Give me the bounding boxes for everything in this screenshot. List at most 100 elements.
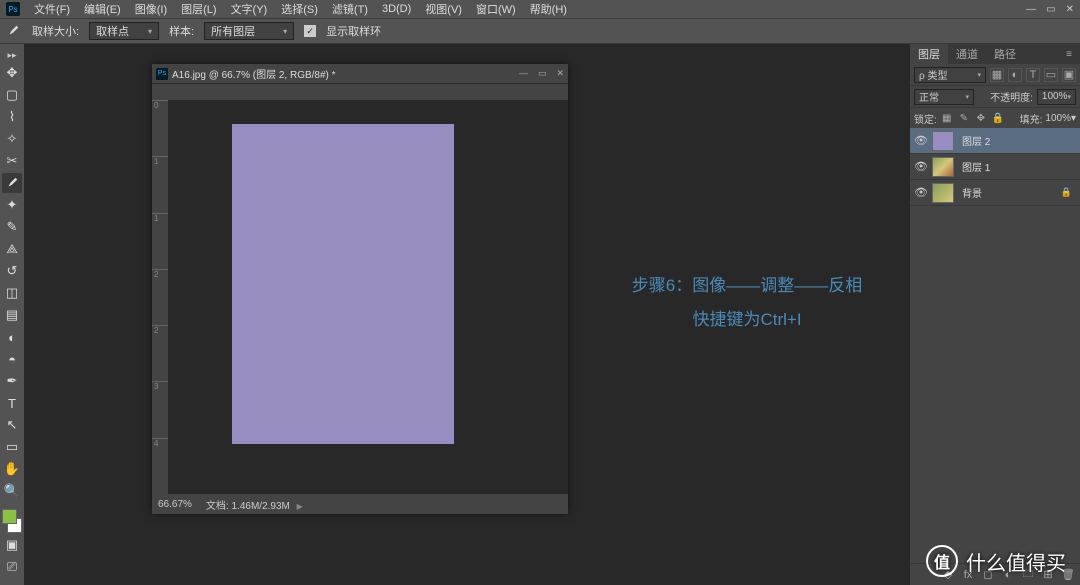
blend-row: 正常 ▾ 不透明度: 100%▾: [910, 86, 1080, 108]
filter-kind-value: ρ 类型: [919, 67, 947, 82]
close-icon[interactable]: ✕: [1066, 4, 1074, 15]
layer-thumbnail[interactable]: [932, 131, 954, 151]
opacity-value: 100%: [1042, 91, 1068, 102]
canvas-viewport[interactable]: [168, 100, 568, 494]
doc-close-icon[interactable]: ✕: [556, 68, 564, 79]
fg-color-swatch[interactable]: [2, 509, 17, 524]
lock-all-icon[interactable]: 🔒: [991, 113, 1005, 124]
pen-tool-icon[interactable]: ✒: [2, 371, 22, 391]
tool-collapse-icon[interactable]: ▸▸: [7, 50, 16, 61]
layer-name[interactable]: 图层 1: [962, 159, 990, 174]
screenmode-tool-icon[interactable]: ⎚: [2, 557, 22, 577]
lasso-tool-icon[interactable]: ⌇: [2, 107, 22, 127]
chevron-down-icon: ▾: [1071, 113, 1076, 124]
filter-shape-icon[interactable]: ▭: [1044, 68, 1058, 82]
layer-thumbnail[interactable]: [932, 183, 954, 203]
panel-menu-icon[interactable]: ≡: [1058, 44, 1080, 64]
ruler-tick: 3: [152, 381, 168, 437]
status-arrow-icon[interactable]: ▶: [297, 502, 303, 511]
document-title-bar[interactable]: Ps A16.jpg @ 66.7% (图层 2, RGB/8#) * — ▭ …: [152, 64, 568, 84]
zoom-value[interactable]: 66.67%: [158, 499, 192, 510]
fill-value: 100%: [1045, 113, 1071, 124]
zoom-tool-icon[interactable]: 🔍: [2, 481, 22, 501]
shape-tool-icon[interactable]: ▭: [2, 437, 22, 457]
tab-paths[interactable]: 路径: [986, 44, 1024, 64]
color-swatches[interactable]: [2, 509, 22, 533]
lock-position-icon[interactable]: ✥: [974, 113, 988, 124]
filter-adjust-icon[interactable]: ◐: [1008, 68, 1022, 82]
eyedropper-tool-icon[interactable]: [2, 173, 22, 193]
hand-tool-icon[interactable]: ✋: [2, 459, 22, 479]
blend-mode-dropdown[interactable]: 正常 ▾: [914, 89, 974, 105]
path-select-tool-icon[interactable]: ↖: [2, 415, 22, 435]
blend-mode-value: 正常: [919, 89, 939, 104]
layer-name[interactable]: 背景: [962, 185, 982, 200]
menu-window[interactable]: 窗口(W): [476, 1, 516, 17]
marquee-tool-icon[interactable]: ▢: [2, 85, 22, 105]
app-frame: Ps 文件(F) 编辑(E) 图像(I) 图层(L) 文字(Y) 选择(S) 滤…: [0, 0, 1080, 585]
menu-bar: Ps 文件(F) 编辑(E) 图像(I) 图层(L) 文字(Y) 选择(S) 滤…: [0, 0, 1080, 18]
layer-row[interactable]: 👁 背景 🔒: [910, 180, 1080, 206]
options-bar: 取样大小: 取样点 ▾ 样本: 所有图层 ▾ ✓ 显示取样环: [0, 18, 1080, 44]
minimize-icon[interactable]: —: [1026, 4, 1036, 15]
history-brush-tool-icon[interactable]: ↺: [2, 261, 22, 281]
ruler-tick: 1: [152, 213, 168, 269]
move-tool-icon[interactable]: ✥: [2, 63, 22, 83]
tab-layers[interactable]: 图层: [910, 44, 948, 64]
filter-kind-dropdown[interactable]: ρ 类型 ▾: [914, 67, 986, 83]
visibility-eye-icon[interactable]: 👁: [914, 186, 928, 199]
gradient-tool-icon[interactable]: ▤: [2, 305, 22, 325]
fill-input[interactable]: 100%▾: [1045, 113, 1076, 124]
tab-channels[interactable]: 通道: [948, 44, 986, 64]
annotation-line: 步骤6：图像——调整——反相: [592, 269, 902, 303]
opacity-input[interactable]: 100%▾: [1037, 89, 1076, 105]
eyedropper-tool-icon[interactable]: [6, 23, 22, 39]
menu-view[interactable]: 视图(V): [425, 1, 462, 17]
app-logo-icon: Ps: [6, 2, 20, 16]
lock-paint-icon[interactable]: ✎: [957, 113, 971, 124]
show-ring-checkbox[interactable]: ✓: [304, 25, 316, 37]
type-tool-icon[interactable]: T: [2, 393, 22, 413]
menu-file[interactable]: 文件(F): [34, 1, 70, 17]
menu-edit[interactable]: 编辑(E): [84, 1, 121, 17]
filter-smart-icon[interactable]: ▣: [1062, 68, 1076, 82]
menu-3d[interactable]: 3D(D): [382, 3, 411, 15]
sample-dropdown[interactable]: 所有图层 ▾: [204, 22, 294, 40]
wand-tool-icon[interactable]: ✧: [2, 129, 22, 149]
fill-label: 填充:: [1020, 111, 1043, 126]
lock-label: 锁定:: [914, 111, 937, 126]
menu-type[interactable]: 文字(Y): [231, 1, 268, 17]
layer-name[interactable]: 图层 2: [962, 133, 990, 148]
menu-filter[interactable]: 滤镜(T): [332, 1, 368, 17]
menu-layer[interactable]: 图层(L): [181, 1, 216, 17]
visibility-eye-icon[interactable]: 👁: [914, 134, 928, 147]
ruler-corner: [152, 84, 168, 100]
doc-minimize-icon[interactable]: —: [519, 68, 528, 79]
filter-pixel-icon[interactable]: ▦: [990, 68, 1004, 82]
layer-row[interactable]: 👁 图层 1: [910, 154, 1080, 180]
horizontal-ruler: [168, 84, 568, 100]
healing-tool-icon[interactable]: ✦: [2, 195, 22, 215]
doc-maximize-icon[interactable]: ▭: [538, 68, 547, 79]
lock-transparency-icon[interactable]: ▦: [940, 113, 954, 124]
crop-tool-icon[interactable]: ✂: [2, 151, 22, 171]
menu-help[interactable]: 帮助(H): [530, 1, 567, 17]
menu-image[interactable]: 图像(I): [135, 1, 167, 17]
layer-row[interactable]: 👁 图层 2: [910, 128, 1080, 154]
sample-size-dropdown[interactable]: 取样点 ▾: [89, 22, 159, 40]
brush-tool-icon[interactable]: ✎: [2, 217, 22, 237]
blur-tool-icon[interactable]: ◐: [2, 327, 22, 347]
filter-type-icon[interactable]: T: [1026, 68, 1040, 82]
vertical-ruler: 0 1 1 2 2 3 4: [152, 100, 168, 494]
clone-tool-icon[interactable]: ⟁: [2, 239, 22, 259]
dodge-tool-icon[interactable]: ◓: [2, 349, 22, 369]
visibility-eye-icon[interactable]: 👁: [914, 160, 928, 173]
eraser-tool-icon[interactable]: ◫: [2, 283, 22, 303]
layer-thumbnail[interactable]: [932, 157, 954, 177]
quickmask-tool-icon[interactable]: ▣: [2, 535, 22, 555]
maximize-icon[interactable]: ▭: [1046, 4, 1055, 15]
document-status-bar: 66.67% 文档: 1.46M/2.93M ▶: [152, 494, 568, 514]
main-area: ▸▸ ✥ ▢ ⌇ ✧ ✂ ✦ ✎ ⟁ ↺ ◫ ▤ ◐ ◓ ✒ T ↖ ▭ ✋ 🔍: [0, 44, 1080, 585]
menu-select[interactable]: 选择(S): [281, 1, 318, 17]
document-window: Ps A16.jpg @ 66.7% (图层 2, RGB/8#) * — ▭ …: [152, 64, 568, 514]
